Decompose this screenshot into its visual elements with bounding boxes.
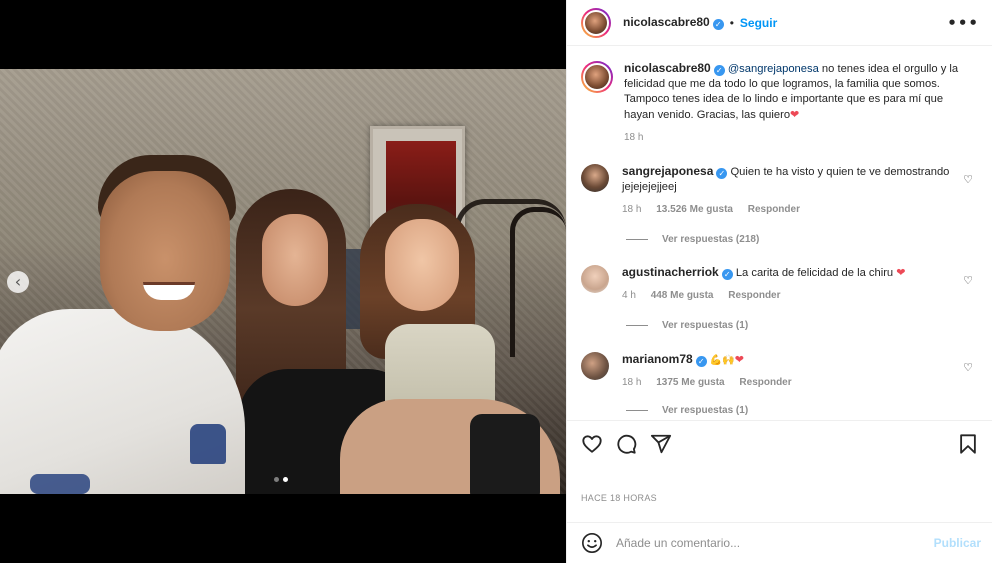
verified-icon: ✓ [721, 269, 733, 280]
view-replies-label: Ver respuestas (1) [662, 320, 749, 331]
post-photo[interactable] [0, 69, 566, 494]
verified-icon: ✓ [695, 356, 707, 367]
caption-mention[interactable]: @sangrejaponesa [728, 63, 819, 75]
replies-line [626, 325, 648, 326]
comment-like-icon[interactable]: ♡ [963, 274, 973, 287]
replies-line [626, 410, 648, 411]
add-comment-bar: Publicar [567, 522, 992, 563]
post-panel: nicolascabre80 ✓ • Seguir ••• nicolascabr… [566, 0, 992, 563]
post-header: nicolascabre80 ✓ • Seguir ••• [567, 0, 992, 46]
comment-likes[interactable]: 1375 Me gusta [656, 377, 724, 388]
comment-text: 💪🙌 [709, 355, 735, 366]
comment-icon[interactable] [615, 433, 637, 455]
send-icon[interactable] [650, 433, 672, 455]
view-replies-label: Ver respuestas (1) [662, 405, 749, 416]
caption-username[interactable]: nicolascabre80 ✓ [624, 61, 725, 76]
author-avatar[interactable] [581, 7, 611, 38]
verified-icon: ✓ [713, 65, 725, 76]
heart-emoji: ❤ [790, 108, 800, 121]
verified-icon: ✓ [712, 19, 724, 30]
comment-like-icon[interactable]: ♡ [963, 361, 973, 374]
man-face [100, 171, 230, 331]
comment-time: 18 h [622, 204, 642, 215]
emoji-icon[interactable] [581, 532, 603, 554]
comment-body: marianom78 ✓ 💪🙌❤ 18 h 1375 Me gusta Respo… [622, 352, 957, 390]
woman-face [262, 214, 328, 306]
post-caption: nicolascabre80 ✓ @sangrejaponesa no tenes… [581, 61, 981, 145]
comment-avatar[interactable] [581, 164, 609, 192]
comment-item: agustinacherriok ✓ La carita de felicidad… [581, 265, 981, 303]
publish-button[interactable]: Publicar [934, 536, 981, 550]
heart-emoji: ❤ [896, 266, 906, 279]
caption-body: nicolascabre80 ✓ @sangrejaponesa no tenes… [624, 61, 974, 145]
replies-line [626, 239, 648, 240]
heart-icon[interactable] [581, 433, 603, 455]
carousel-dot [274, 477, 279, 482]
view-replies-button[interactable]: Ver respuestas (1) [626, 320, 748, 331]
previous-slide-button[interactable]: ‹ [7, 271, 29, 293]
bookmark-icon[interactable] [957, 433, 979, 455]
comment-likes[interactable]: 13.526 Me gusta [656, 204, 733, 215]
comment-avatar[interactable] [581, 352, 609, 380]
author-username[interactable]: nicolascabre80 ✓ [623, 15, 724, 30]
comment-avatar[interactable] [581, 265, 609, 293]
view-replies-label: Ver respuestas (218) [662, 234, 760, 245]
comment-time: 4 h [622, 290, 636, 301]
comment-item: marianom78 ✓ 💪🙌❤ 18 h 1375 Me gusta Respo… [581, 352, 981, 390]
follow-button[interactable]: Seguir [740, 16, 777, 30]
comment-username[interactable]: marianom78 ✓ [622, 352, 707, 367]
chair-back-2 [510, 207, 566, 357]
reply-button[interactable]: Responder [748, 204, 800, 215]
heart-emoji: ❤ [734, 353, 744, 366]
post-actions [567, 420, 992, 464]
comment-text: La carita de felicidad de la chiru [735, 267, 897, 279]
girl-face [385, 219, 459, 311]
caption-time: 18 h [624, 132, 644, 143]
comment-body: agustinacherriok ✓ La carita de felicidad… [622, 265, 957, 303]
comment-body: sangrejaponesa ✓ Quien te ha visto y quie… [622, 164, 957, 217]
reply-button[interactable]: Responder [728, 290, 780, 301]
post-media: ‹ [0, 0, 566, 563]
caption-avatar[interactable] [581, 61, 613, 93]
comment-time: 18 h [622, 377, 642, 388]
carousel-dots [274, 477, 288, 482]
comment-username[interactable]: sangrejaponesa ✓ [622, 164, 728, 179]
comment-input[interactable] [616, 536, 916, 550]
view-replies-button[interactable]: Ver respuestas (1) [626, 405, 748, 416]
header-separator: • [729, 15, 734, 30]
shirt-print-2 [30, 474, 90, 494]
verified-icon: ✓ [716, 168, 728, 179]
comment-meta: 4 h 448 Me gusta Responder [622, 288, 957, 303]
comment-username[interactable]: agustinacherriok ✓ [622, 265, 733, 280]
shirt-print [190, 424, 226, 464]
comment-like-icon[interactable]: ♡ [963, 173, 973, 186]
comment-likes[interactable]: 448 Me gusta [651, 290, 714, 301]
boot [470, 414, 540, 494]
reply-button[interactable]: Responder [739, 377, 791, 388]
more-options-icon[interactable]: ••• [947, 14, 979, 32]
caption-meta: 18 h [624, 130, 974, 145]
carousel-dot [283, 477, 288, 482]
comment-item: sangrejaponesa ✓ Quien te ha visto y quie… [581, 164, 981, 217]
comment-meta: 18 h 13.526 Me gusta Responder [622, 202, 957, 217]
view-replies-button[interactable]: Ver respuestas (218) [626, 234, 759, 245]
comments-section[interactable]: nicolascabre80 ✓ @sangrejaponesa no tenes… [567, 47, 992, 420]
comment-meta: 18 h 1375 Me gusta Responder [622, 375, 957, 390]
post-timestamp[interactable]: HACE 18 HORAS [581, 493, 657, 503]
